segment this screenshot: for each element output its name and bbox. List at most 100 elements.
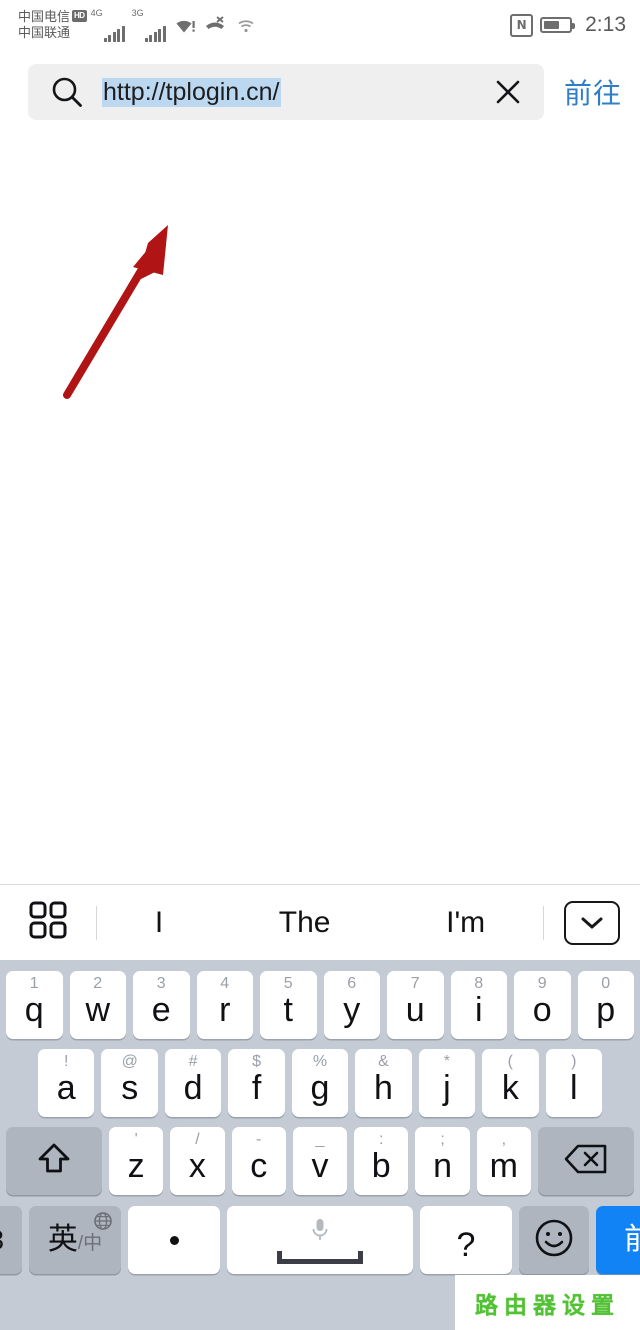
- keyboard-row-4: ?123 英/中: [0, 1200, 640, 1280]
- period-dot-icon: [169, 1235, 179, 1245]
- key-n[interactable]: ; n: [415, 1127, 470, 1195]
- key-i[interactable]: 8i: [450, 971, 507, 1039]
- key-m[interactable]: ,m: [476, 1127, 531, 1195]
- key-secondary-label: (: [507, 1053, 513, 1070]
- key-secondary-label: !: [64, 1053, 69, 1070]
- key-q[interactable]: 1q: [6, 971, 63, 1039]
- key-primary-label: o: [532, 991, 552, 1029]
- key-k[interactable]: (k: [482, 1049, 539, 1117]
- carrier-secondary-label: 中国联通: [18, 25, 71, 40]
- question-mark-key[interactable]: ?: [420, 1206, 512, 1274]
- key-secondary-label: #: [188, 1053, 198, 1070]
- clear-input-button[interactable]: [490, 74, 526, 110]
- key-s[interactable]: @ s: [101, 1049, 158, 1117]
- key-secondary-label: 3: [156, 975, 166, 992]
- key-primary-label: b: [371, 1147, 391, 1185]
- key-c[interactable]: -c: [231, 1127, 286, 1195]
- battery-fill: [544, 21, 559, 29]
- key-r[interactable]: 4r: [196, 971, 253, 1039]
- key-primary-label: y: [343, 991, 361, 1029]
- key-primary-label: a: [56, 1069, 76, 1107]
- key-secondary-label: ': [134, 1131, 138, 1148]
- key-v[interactable]: _ v: [292, 1127, 348, 1195]
- key-primary-label: r: [219, 991, 231, 1029]
- key-x[interactable]: / x: [170, 1127, 225, 1195]
- key-p[interactable]: 0p: [577, 971, 634, 1039]
- key-primary-label: f: [251, 1069, 262, 1107]
- key-u[interactable]: 7u: [387, 971, 444, 1039]
- status-clock: 2:13: [585, 13, 626, 36]
- status-bar-right: N 2:13: [510, 13, 626, 37]
- backspace-key[interactable]: [538, 1127, 634, 1195]
- key-h[interactable]: & h: [355, 1049, 412, 1117]
- key-secondary-label: ,: [501, 1131, 507, 1148]
- key-primary-label: u: [405, 991, 425, 1029]
- key-secondary-label: 1: [29, 975, 39, 992]
- key-secondary-label: 4: [220, 975, 230, 992]
- grid-apps-icon: [27, 899, 69, 946]
- key-e[interactable]: 3e: [133, 971, 190, 1039]
- key-secondary-label: ;: [440, 1131, 445, 1148]
- key-primary-label: i: [474, 991, 483, 1029]
- key-primary-label: g: [310, 1069, 330, 1107]
- key-secondary-label: 5: [283, 975, 293, 992]
- key-b[interactable]: :b: [354, 1127, 409, 1195]
- shift-key[interactable]: [6, 1127, 102, 1195]
- url-value: http://tplogin.cn/: [102, 77, 281, 107]
- language-switch-key[interactable]: 英/中: [29, 1206, 121, 1274]
- hd-badge: HD: [72, 10, 87, 22]
- suggestion-item-1[interactable]: I: [143, 906, 175, 940]
- key-a[interactable]: ! a: [38, 1049, 95, 1117]
- status-bar-left: 中国电信 HD 中国联通 4G 3G: [18, 3, 259, 47]
- key-secondary-label: _: [315, 1131, 325, 1148]
- enter-go-key[interactable]: 前往: [596, 1206, 640, 1274]
- signal-primary: 4G: [91, 6, 125, 44]
- key-f[interactable]: $ f: [228, 1049, 285, 1117]
- emoji-key[interactable]: [519, 1206, 589, 1274]
- key-d[interactable]: # d: [164, 1049, 222, 1117]
- suggestion-item-3[interactable]: I'm: [434, 906, 497, 940]
- key-secondary-label: 6: [347, 975, 357, 992]
- key-secondary-label: %: [312, 1053, 328, 1070]
- carrier-primary-row: 中国电信 HD: [18, 9, 87, 25]
- key-secondary-label: &: [378, 1053, 389, 1070]
- nfc-icon: N: [510, 13, 534, 37]
- key-z[interactable]: ' z: [109, 1127, 164, 1195]
- key-primary-label: d: [183, 1069, 203, 1107]
- key-primary-label: q: [24, 991, 44, 1029]
- key-secondary-label: $: [252, 1053, 262, 1070]
- browser-address-bar: http://tplogin.cn/ 前往: [0, 62, 640, 122]
- key-secondary-label: *: [443, 1053, 450, 1070]
- key-secondary-label: 2: [93, 975, 103, 992]
- keyboard-apps-button[interactable]: [0, 899, 96, 946]
- language-primary-label: 英: [47, 1223, 78, 1256]
- microphone-icon: [309, 1217, 331, 1248]
- space-key-inner: [277, 1217, 363, 1264]
- key-g[interactable]: % g: [291, 1049, 349, 1117]
- suggestion-item-2[interactable]: The: [267, 906, 343, 940]
- key-secondary-label: 9: [537, 975, 547, 992]
- key-primary-label: v: [311, 1147, 329, 1185]
- key-j[interactable]: * j: [418, 1049, 476, 1117]
- emoji-smiley-icon: [532, 1216, 576, 1265]
- signal-secondary: 3G: [132, 6, 166, 44]
- space-key[interactable]: [227, 1206, 413, 1274]
- key-l[interactable]: ) l: [545, 1049, 602, 1117]
- key-w[interactable]: 2w: [69, 971, 126, 1039]
- numeric-symbols-label: ?123: [0, 1226, 4, 1254]
- key-o[interactable]: 9o: [514, 971, 571, 1039]
- key-secondary-label: 8: [474, 975, 484, 992]
- numeric-symbols-key[interactable]: ?123: [0, 1206, 22, 1274]
- battery-icon: [540, 17, 576, 33]
- key-t[interactable]: 5t: [260, 971, 317, 1039]
- key-y[interactable]: 6y: [323, 971, 380, 1039]
- go-button[interactable]: 前往: [564, 72, 622, 112]
- watermark: 路由器设置: [455, 1275, 640, 1330]
- hide-keyboard-button[interactable]: [544, 900, 640, 945]
- watermark-text: 路由器设置: [475, 1292, 620, 1319]
- period-key[interactable]: [128, 1206, 220, 1274]
- page-content-area: [0, 122, 640, 884]
- network-type-primary: 4G: [90, 8, 103, 18]
- url-text[interactable]: http://tplogin.cn/: [102, 77, 490, 107]
- search-input-field[interactable]: http://tplogin.cn/: [28, 64, 544, 120]
